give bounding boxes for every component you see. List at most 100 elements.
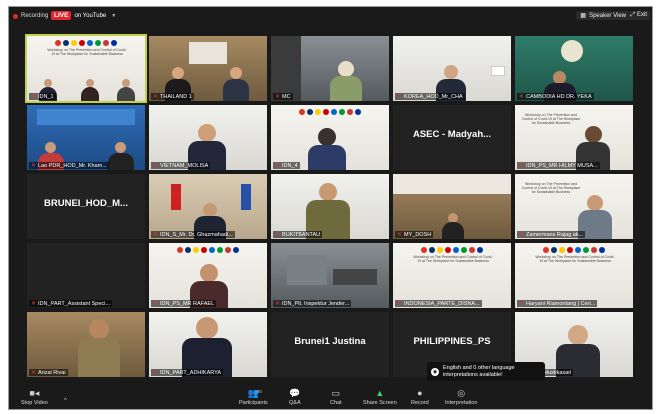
video-tile[interactable]: Workshop on The Prevention and Control o… [515, 105, 633, 170]
participant-name: ✕ BUKITBANTAU [273, 231, 323, 238]
video-tile[interactable]: ✕ MY_DOSH [393, 174, 511, 239]
share-screen-button[interactable]: ▲ Share Screen [363, 388, 397, 406]
video-tile[interactable]: ✕ MC [271, 36, 389, 101]
meeting-controls: ■◂ Stop Video ^ 👥 90 Participants 💬 Q&A ▭… [9, 381, 652, 409]
participant-display-name: Brunei1 Justina [294, 336, 366, 347]
chat-label: Chat [330, 400, 342, 406]
video-options-button[interactable]: ^ [64, 396, 67, 406]
participant-name: ✕ IDN_PART_ADHIKARYA [151, 369, 224, 376]
recording-dot-icon [13, 13, 18, 19]
participant-name: ✕ IDN_Plt. Inspektur Jender... [273, 300, 352, 307]
participant-name: ✕ KOREA_HOD_Mr_CHA [395, 93, 465, 100]
video-tile[interactable]: ✕ IDN_S_Mr. Dr. Ghazmahadi... [149, 174, 267, 239]
participant-name: ✕ VIETNAM_MOLISA [151, 162, 211, 169]
muted-mic-icon: ✕ [31, 163, 37, 169]
emblem [561, 40, 583, 62]
qa-icon: 💬 [289, 388, 301, 398]
recording-label: Recording [21, 13, 49, 19]
participant-name: ✕ IDN_PART_Assistant Speci... [29, 300, 112, 307]
record-icon: ● [417, 388, 423, 398]
globe-icon: ◎ [457, 388, 466, 398]
video-tile[interactable]: Workshop on The Prevention and Control o… [515, 243, 633, 308]
zoom-window: Recording LIVE on YouTube ▼ ▦ Speaker Vi… [8, 6, 653, 410]
wall [393, 174, 511, 194]
video-tile[interactable]: ✕ IDN_PS_MR RAFAEL [149, 243, 267, 308]
video-tile[interactable]: ✕ IDN_PART_ADHIKARYA [149, 312, 267, 377]
muted-mic-icon: ✕ [31, 94, 37, 100]
participants-icon: 👥 90 [247, 388, 262, 398]
video-tile[interactable]: Brunei1 Justina [271, 312, 389, 377]
video-tile[interactable]: ✕ VIETNAM_MOLISA [149, 105, 267, 170]
video-tile[interactable]: Workshop on The Prevention and Control o… [393, 243, 511, 308]
stop-video-button[interactable]: ■◂ Stop Video [21, 388, 48, 406]
participant-name: ✕ Arizal Rivai [29, 369, 68, 376]
share-screen-icon: ▲ [375, 388, 385, 398]
live-badge: LIVE [51, 11, 72, 20]
participant-name: ✕ MC [273, 93, 293, 100]
participant-figure [77, 319, 121, 377]
asean-flags [279, 109, 381, 115]
participant-figure [329, 61, 363, 101]
video-tile[interactable]: ✕ KOREA_HOD_Mr_CHA [393, 36, 511, 101]
flag [171, 184, 181, 210]
participants-button[interactable]: 👥 90 Participants [239, 388, 268, 406]
participant-display-name: ASEC - Madyah... [412, 129, 492, 140]
video-tile[interactable]: Workshop on The Prevention and Control o… [25, 34, 147, 103]
chevron-down-icon: ▼ [111, 12, 117, 19]
qa-button[interactable]: 💬 Q&A [289, 388, 301, 406]
share-screen-label: Share Screen [363, 400, 397, 406]
participant-name: ✕ IDN_1 [29, 93, 56, 100]
qa-label: Q&A [289, 400, 301, 406]
muted-mic-icon: ✕ [153, 232, 159, 238]
top-bar: Recording LIVE on YouTube ▼ ▦ Speaker Vi… [9, 7, 652, 27]
chat-button[interactable]: ▭ Chat [330, 388, 342, 406]
video-tile[interactable]: ✕ IDN_PART_Assistant Speci... [27, 243, 145, 308]
video-tile[interactable]: ✕ BUKITBANTAU [271, 174, 389, 239]
muted-mic-icon: ✕ [275, 163, 281, 169]
exit-fullscreen-button[interactable]: ⤢ Exit [627, 11, 650, 20]
grid-icon: ▦ [580, 13, 587, 19]
video-tile[interactable]: ✕ Lao PDR_HOD_Mr. Kham... [27, 105, 145, 170]
video-tile[interactable]: ASEC - Madyah... [393, 105, 511, 170]
interpretation-label: Interpretation [445, 400, 478, 406]
record-label: Record [411, 400, 429, 406]
participant-figure [107, 142, 135, 170]
banner-text: Workshop on The Prevention and Control o… [521, 113, 581, 126]
gallery-grid: Workshop on The Prevention and Control o… [25, 34, 639, 377]
participant-name: ✕ Haryani Riamontang | Ceri... [517, 300, 598, 307]
video-tile[interactable]: Workshop on The Prevention and Control o… [515, 174, 633, 239]
muted-mic-icon: ✕ [153, 163, 159, 169]
flag [241, 184, 251, 210]
participant-name: ✕ Lao PDR_HOD_Mr. Kham... [29, 162, 109, 169]
video-camera-icon: ■◂ [29, 388, 40, 398]
muted-mic-icon: ✕ [397, 94, 403, 100]
room-window [287, 255, 327, 285]
participant-name: ✕ Zamermans Rajag ak... [517, 231, 586, 238]
participant-name: ✕ IDN_S_Mr. Dr. Ghazmahadi... [151, 231, 235, 238]
video-tile[interactable]: ✕ IDN_4 [271, 105, 389, 170]
participant-figure [115, 79, 137, 101]
record-button[interactable]: ● Record [411, 388, 429, 406]
chat-icon: ▭ [331, 388, 341, 398]
video-tile[interactable]: ✕ IDN_Plt. Inspektur Jender... [271, 243, 389, 308]
video-tile[interactable]: ✕ Arizal Rivai [27, 312, 145, 377]
participant-display-name: BRUNEI_HOD_M... [44, 198, 128, 209]
participant-name: ✕ INDONESIA_PARTE_DISNA... [395, 300, 482, 307]
interpretation-button[interactable]: ◎ Interpretation [445, 388, 477, 406]
live-streaming-menu[interactable]: LIVE on YouTube ▼ [51, 11, 116, 20]
muted-mic-icon: ✕ [31, 370, 37, 376]
video-tile[interactable]: ✕ THAILAND 1 [149, 36, 267, 101]
participant-name: ✕ CAMBODIA HD DR. YEKA [517, 93, 594, 100]
muted-mic-icon: ✕ [153, 370, 159, 376]
exit-label: Exit [636, 12, 647, 18]
asean-flags [157, 247, 259, 253]
video-tile[interactable]: BRUNEI_HOD_M... [27, 174, 145, 239]
participant-name: ✕ IDN_PS_MR HILMY MUSA... [517, 162, 600, 169]
backdrop-screen [189, 42, 227, 64]
participant-name: ✕ THAILAND 1 [151, 93, 194, 100]
banner-text: Workshop on The Prevention and Control o… [535, 255, 615, 264]
muted-mic-icon: ✕ [31, 301, 37, 307]
video-tile[interactable]: ✕ CAMBODIA HD DR. YEKA [515, 36, 633, 101]
muted-mic-icon: ✕ [275, 94, 281, 100]
speaker-view-button[interactable]: ▦ Speaker View [576, 11, 630, 20]
